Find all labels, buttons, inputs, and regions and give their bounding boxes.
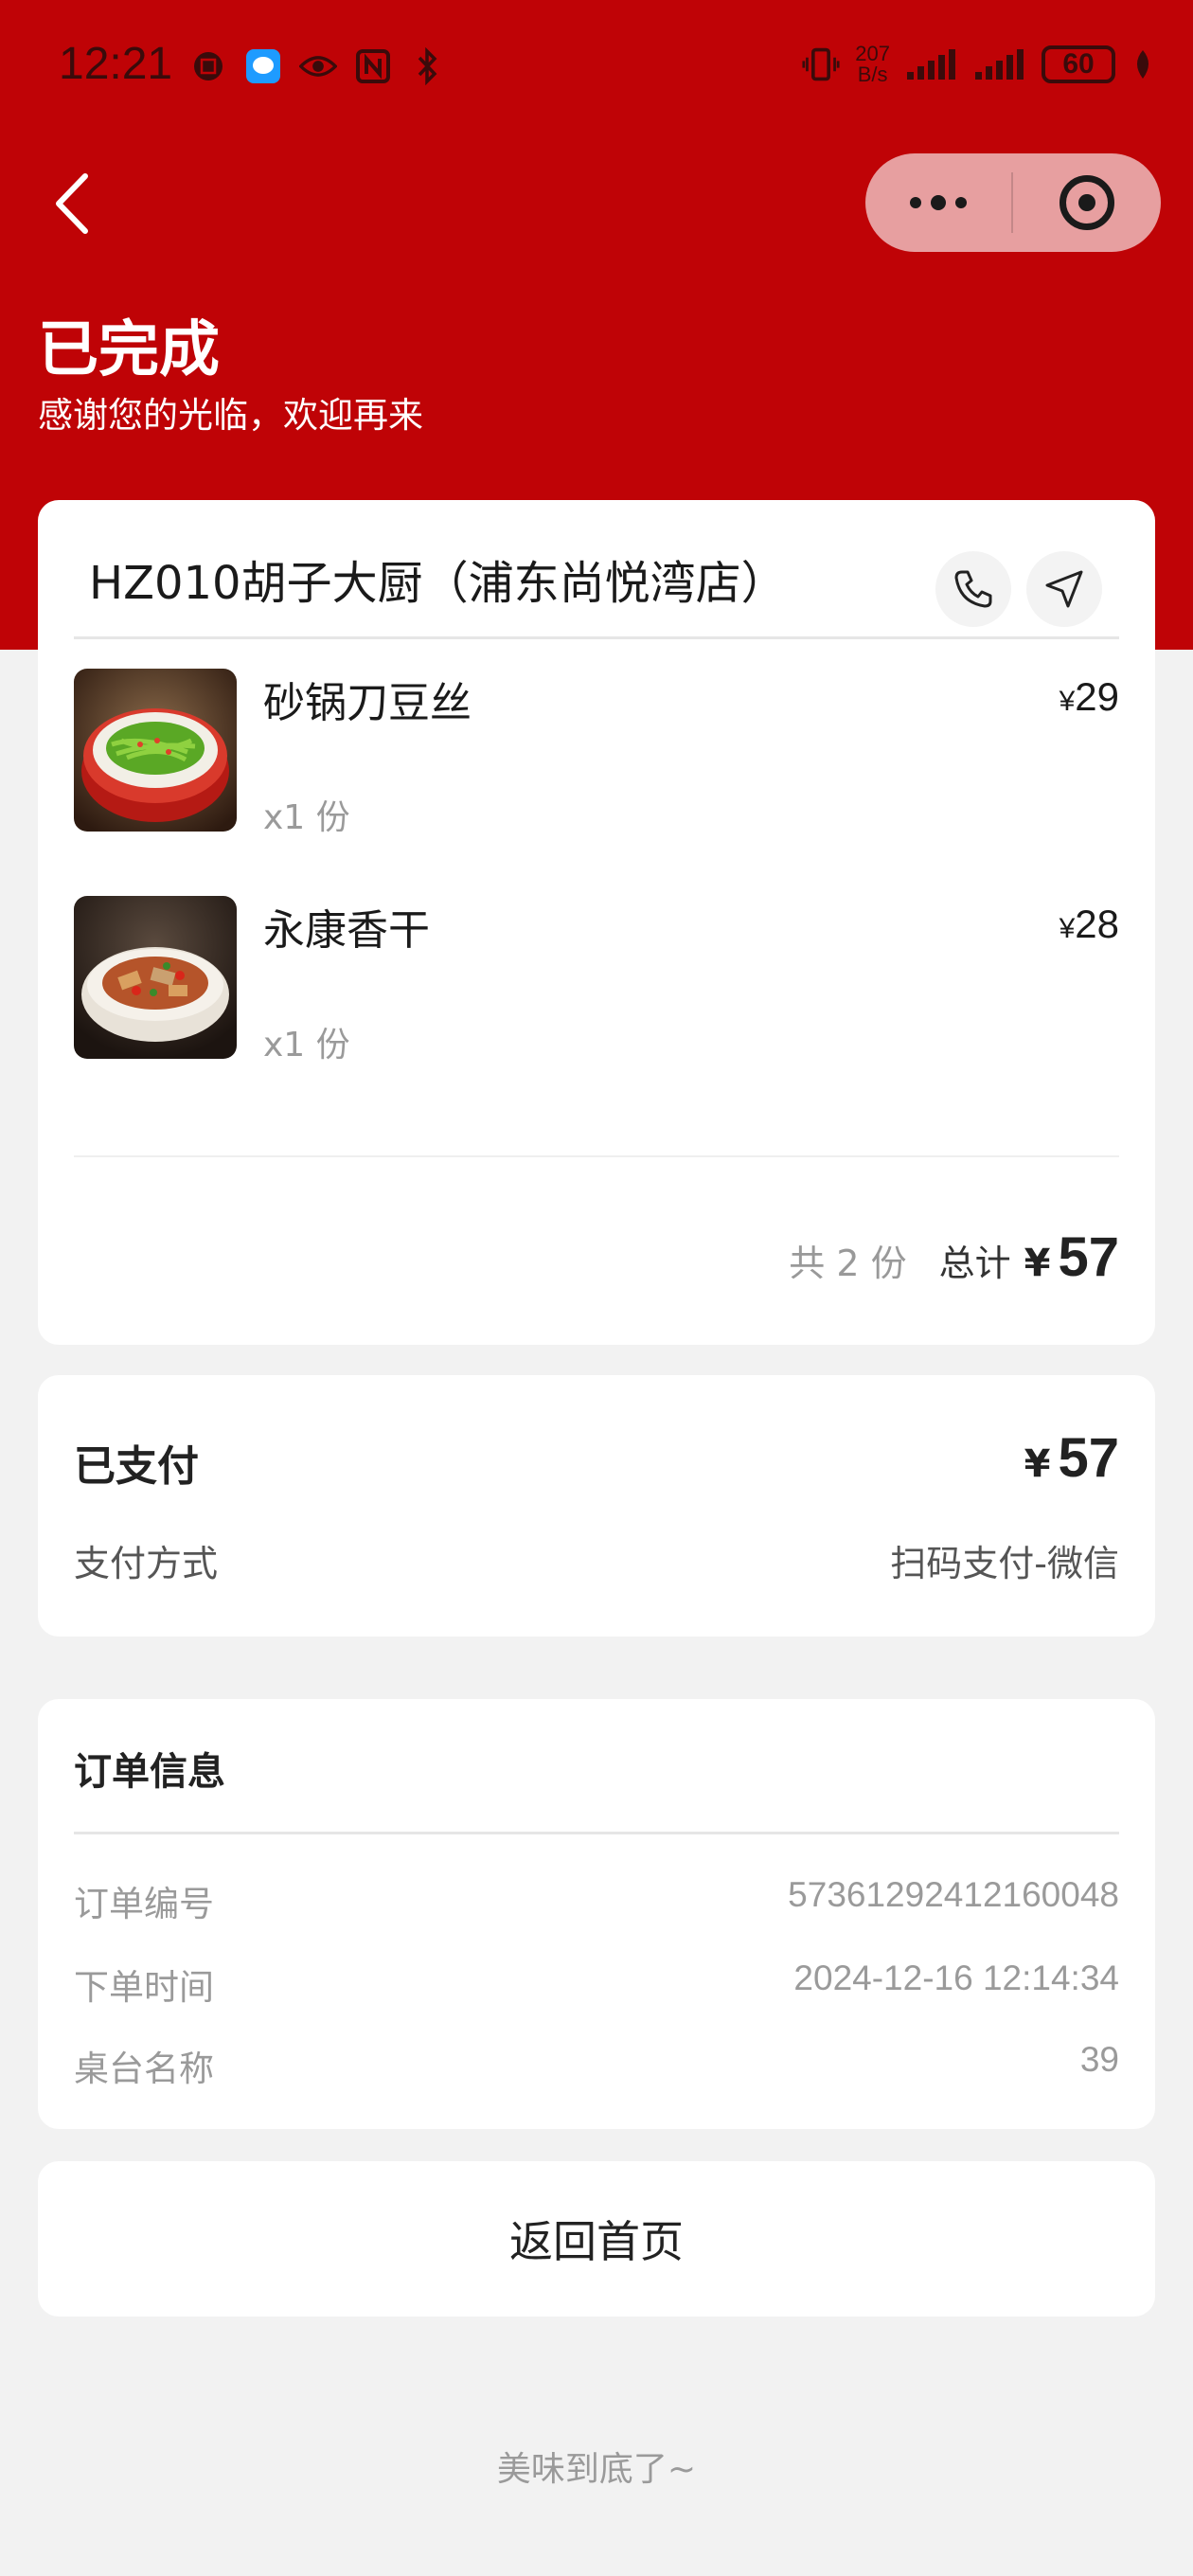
status-bar: 12:21 207 B/s 60 (0, 0, 1193, 133)
order-detail-page: 12:21 207 B/s 60 已完成 感谢您的光临，欢迎再来 HZ010胡子… (0, 0, 1193, 2576)
total-label: 总计 (938, 1243, 1011, 1284)
phone-icon (954, 570, 992, 608)
payment-method-label: 支付方式 (74, 1543, 219, 1584)
chevron-left-icon (56, 173, 88, 234)
item-count: 共 2 份 (789, 1243, 907, 1284)
items-divider (74, 1155, 1119, 1157)
more-dot-icon (910, 197, 921, 208)
return-home-label: 返回首页 (509, 2216, 684, 2267)
end-of-page-text: 美味到底了~ (496, 2450, 697, 2489)
call-store-button[interactable] (935, 551, 1011, 627)
signal-secondary-icon (973, 45, 1026, 83)
more-dot-icon (931, 195, 946, 210)
currency-symbol: ¥ (1059, 686, 1076, 717)
table-name-value: 39 (1079, 2040, 1119, 2079)
dish-price: ¥28 (1059, 902, 1119, 947)
nfc-icon (354, 47, 392, 85)
paid-amount-value: 57 (1058, 1427, 1119, 1489)
navigation-arrow-icon (1045, 570, 1083, 608)
paid-amount: ¥ 57 (1024, 1426, 1119, 1490)
order-time-label: 下单时间 (74, 1967, 214, 2008)
dish-price-value: 28 (1075, 902, 1119, 946)
status-time: 12:21 (59, 39, 173, 89)
dish-quantity: x1 份 (263, 1026, 350, 1064)
table-name-label: 桌台名称 (74, 2048, 214, 2089)
dish-price: ¥29 (1059, 674, 1119, 720)
bank-app-icon (189, 47, 227, 85)
dish-photo-tofu (74, 896, 237, 1059)
currency-symbol: ¥ (1024, 1442, 1051, 1486)
notification-icons (189, 47, 447, 85)
eye-icon (299, 47, 337, 85)
net-speed-value: 207 (855, 42, 890, 65)
leaf-icon (1131, 45, 1155, 83)
bluetooth-icon (409, 47, 447, 85)
total-amount: 57 (1058, 1226, 1119, 1288)
currency-symbol: ¥ (1024, 1242, 1051, 1285)
dish-photo-green-beans (74, 669, 237, 832)
table-name-row: 桌台名称 39 (74, 2040, 1119, 2089)
target-icon (1059, 175, 1114, 230)
order-time-value: 2024-12-16 12:14:34 (793, 1959, 1119, 1997)
store-divider (74, 636, 1119, 639)
message-app-icon (244, 47, 282, 85)
signal-icon (905, 45, 958, 83)
order-info-divider (74, 1832, 1119, 1834)
order-status-title: 已完成 (38, 315, 220, 385)
store-name: HZ010胡子大厨（浦东尚悦湾店） (89, 557, 787, 610)
back-button[interactable] (47, 170, 104, 237)
mini-program-capsule (865, 153, 1161, 252)
payment-card: 已支付 ¥ 57 支付方式 扫码支付-微信 (38, 1375, 1155, 1637)
dish-price-value: 29 (1075, 674, 1119, 719)
list-item: 砂锅刀豆丝 x1 份 ¥29 (74, 669, 1119, 837)
order-items-card: HZ010胡子大厨（浦东尚悦湾店） 砂锅刀豆丝 x1 份 ¥29 永康香干 x1… (38, 500, 1155, 1345)
network-speed: 207 B/s (855, 44, 890, 85)
order-summary: 共 2 份 总计 ¥ 57 (789, 1225, 1119, 1289)
order-status-subtitle: 感谢您的光临，欢迎再来 (38, 395, 423, 436)
return-home-button[interactable]: 返回首页 (38, 2161, 1155, 2317)
list-item: 永康香干 x1 份 ¥28 (74, 896, 1119, 1064)
order-number-row: 订单编号 57361292412160048 (74, 1875, 1119, 1924)
order-number-value: 57361292412160048 (788, 1875, 1119, 1914)
dish-name: 永康香干 (263, 906, 430, 955)
dish-name: 砂锅刀豆丝 (263, 679, 472, 727)
order-info-title: 订单信息 (74, 1750, 225, 1794)
battery-indicator: 60 (1042, 45, 1115, 83)
system-indicators: 207 B/s 60 (802, 44, 1155, 85)
paid-label: 已支付 (74, 1442, 199, 1491)
vibrate-icon (802, 45, 840, 83)
order-number-label: 订单编号 (74, 1884, 214, 1924)
order-info-card: 订单信息 订单编号 57361292412160048 下单时间 2024-12… (38, 1699, 1155, 2129)
close-mini-program-button[interactable] (1013, 175, 1161, 230)
payment-method-value: 扫码支付-微信 (890, 1543, 1119, 1584)
order-time-row: 下单时间 2024-12-16 12:14:34 (74, 1959, 1119, 2008)
more-menu-button[interactable] (865, 153, 1011, 252)
dish-quantity: x1 份 (263, 798, 350, 837)
navigate-store-button[interactable] (1026, 551, 1102, 627)
currency-symbol: ¥ (1059, 913, 1076, 944)
net-speed-unit: B/s (857, 63, 888, 86)
more-dot-icon (955, 197, 967, 208)
